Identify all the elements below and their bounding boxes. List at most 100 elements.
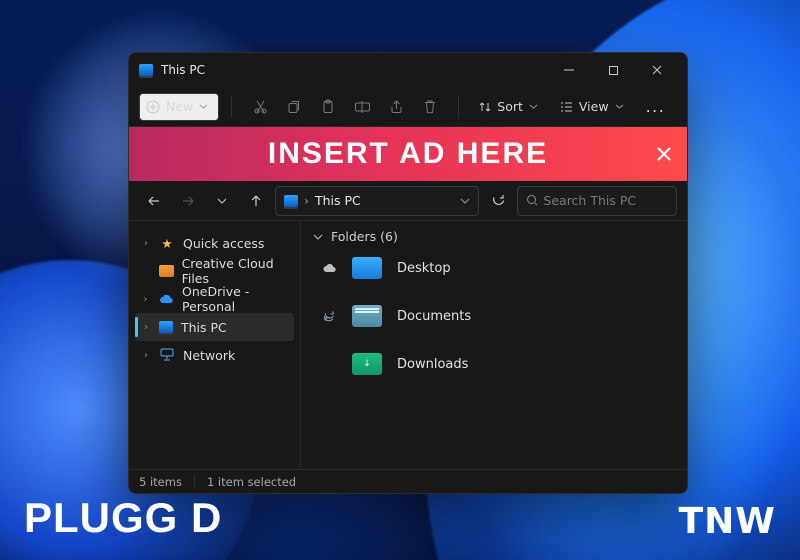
close-icon: [651, 64, 663, 76]
refresh-icon: [491, 193, 506, 208]
cut-button[interactable]: [244, 93, 276, 121]
title-bar-left: This PC: [139, 63, 205, 77]
title-bar[interactable]: This PC: [129, 53, 687, 87]
folder-label: Downloads: [397, 357, 468, 372]
trash-icon: [423, 99, 437, 114]
arrow-right-icon: [181, 194, 195, 208]
cloud-icon: [321, 263, 337, 273]
folder-label: Documents: [397, 309, 471, 324]
plus-circle-icon: [146, 100, 160, 114]
address-bar[interactable]: › This PC: [275, 186, 479, 216]
sidebar-item-quick-access[interactable]: › ★ Quick access: [135, 229, 294, 257]
ad-banner[interactable]: INSERT AD HERE: [129, 127, 687, 181]
status-selection: 1 item selected: [207, 475, 296, 489]
folders-list: Desktop Documents Downloads: [301, 248, 687, 394]
delete-button[interactable]: [414, 93, 446, 121]
chevron-right-icon: ›: [304, 193, 309, 208]
network-icon: [159, 348, 175, 362]
navigation-bar: › This PC: [129, 181, 687, 221]
arrow-left-icon: [147, 194, 161, 208]
watermark-plugged: PLUGG D: [24, 494, 222, 542]
chevron-right-icon: ›: [141, 294, 150, 305]
folder-item-documents[interactable]: Documents: [315, 296, 673, 336]
folder-icon: [159, 265, 174, 277]
maximize-button[interactable]: [591, 53, 635, 87]
sidebar-item-label: Network: [183, 348, 235, 363]
sidebar-item-this-pc[interactable]: › This PC: [135, 313, 294, 341]
chevron-right-icon: ›: [141, 322, 151, 333]
view-button[interactable]: View: [552, 93, 632, 121]
folders-group-header[interactable]: Folders (6): [301, 221, 687, 248]
watermark-label: TNW: [679, 501, 776, 542]
search-input[interactable]: [543, 193, 668, 208]
wallpaper: This PC New: [0, 0, 800, 560]
ad-close-button[interactable]: [655, 145, 673, 163]
window-body: › ★ Quick access Creative Cloud Files › …: [129, 221, 687, 469]
folder-item-downloads[interactable]: Downloads: [315, 344, 673, 384]
sort-icon: [479, 101, 491, 113]
back-button[interactable]: [139, 186, 169, 216]
address-path: This PC: [315, 193, 361, 208]
folder-label: Desktop: [397, 261, 451, 276]
new-button[interactable]: New: [139, 93, 219, 121]
folder-icon: [349, 302, 385, 330]
close-button[interactable]: [635, 53, 679, 87]
maximize-icon: [608, 65, 619, 76]
arrow-up-icon: [249, 194, 263, 208]
view-icon: [560, 101, 573, 113]
paste-button[interactable]: [312, 93, 344, 121]
chevron-right-icon: ›: [141, 238, 151, 249]
star-icon: ★: [159, 236, 175, 250]
chevron-right-icon: ›: [141, 350, 151, 361]
sync-icon: [321, 309, 337, 323]
minimize-button[interactable]: [547, 53, 591, 87]
sidebar-item-onedrive[interactable]: › OneDrive - Personal: [135, 285, 294, 313]
separator: [458, 96, 459, 118]
command-bar: New: [129, 87, 687, 127]
this-pc-icon: [139, 64, 153, 76]
clipboard-group: [244, 93, 446, 121]
caption-buttons: [547, 53, 679, 87]
sort-button[interactable]: Sort: [471, 93, 546, 121]
sidebar-item-label: Creative Cloud Files: [182, 256, 294, 286]
paste-icon: [321, 99, 335, 114]
chevron-down-icon: [313, 232, 323, 242]
chevron-down-icon: [460, 196, 470, 206]
chevron-down-icon: [615, 102, 624, 111]
rename-button[interactable]: [346, 93, 378, 121]
chevron-down-icon: [529, 102, 538, 111]
status-bar: 5 items 1 item selected: [129, 469, 687, 493]
search-icon: [526, 194, 537, 207]
status-item-count: 5 items: [139, 475, 182, 489]
sidebar-item-label: OneDrive - Personal: [182, 284, 294, 314]
new-button-label: New: [166, 99, 193, 114]
copy-button[interactable]: [278, 93, 310, 121]
folder-item-desktop[interactable]: Desktop: [315, 248, 673, 288]
minimize-icon: [563, 64, 575, 76]
content-pane[interactable]: Folders (6) Desktop: [301, 221, 687, 469]
share-button[interactable]: [380, 93, 412, 121]
separator: [194, 475, 195, 489]
address-dropdown-button[interactable]: [460, 196, 470, 206]
sidebar-item-creative-cloud[interactable]: Creative Cloud Files: [135, 257, 294, 285]
more-button[interactable]: ...: [638, 93, 674, 121]
navigation-pane[interactable]: › ★ Quick access Creative Cloud Files › …: [129, 221, 301, 469]
watermark-tnw: TNW: [679, 501, 776, 542]
separator: [231, 96, 232, 118]
sort-label: Sort: [497, 99, 523, 114]
forward-button[interactable]: [173, 186, 203, 216]
up-button[interactable]: [241, 186, 271, 216]
folder-icon: [349, 254, 385, 282]
copy-icon: [287, 100, 301, 114]
recent-locations-button[interactable]: [207, 186, 237, 216]
this-pc-icon: [284, 195, 298, 207]
window-title: This PC: [161, 63, 205, 77]
cloud-icon: [158, 292, 174, 306]
sidebar-item-network[interactable]: › Network: [135, 341, 294, 369]
this-pc-icon: [159, 321, 173, 333]
refresh-button[interactable]: [483, 186, 513, 216]
explorer-window: This PC New: [128, 52, 688, 494]
close-icon: [655, 145, 673, 163]
sidebar-item-label: Quick access: [183, 236, 264, 251]
search-box[interactable]: [517, 186, 677, 216]
